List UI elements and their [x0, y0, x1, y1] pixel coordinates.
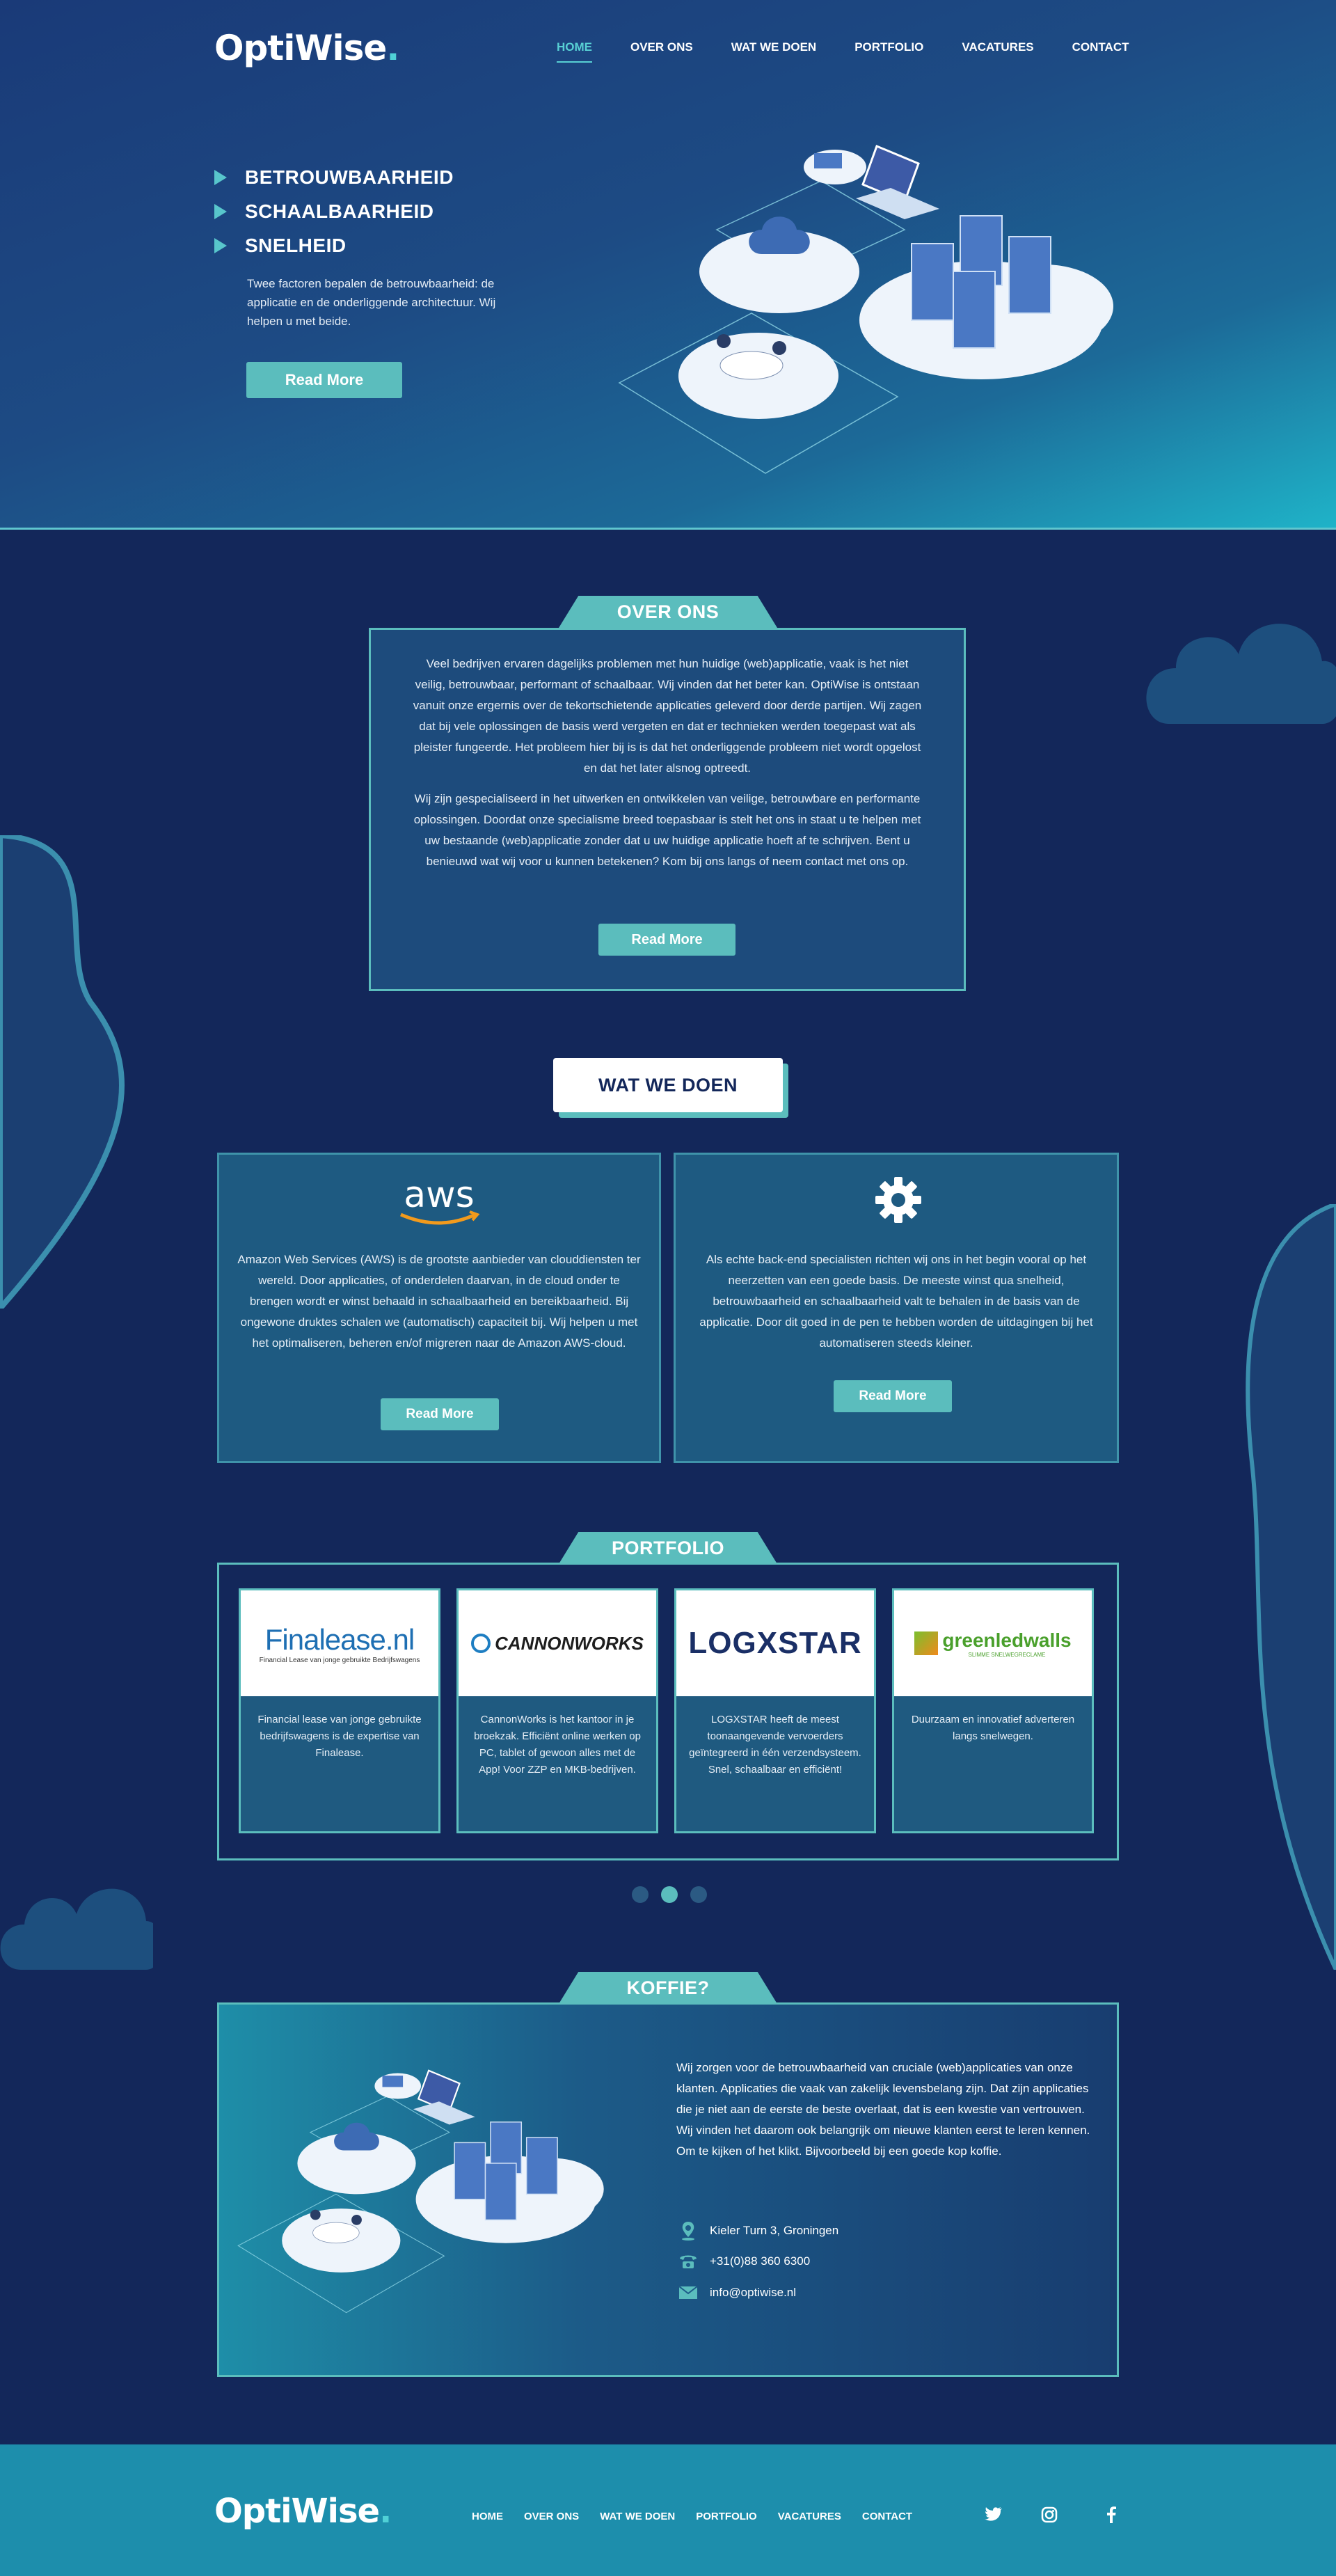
footer-nav-portfolio[interactable]: PORTFOLIO: [696, 2511, 757, 2522]
gear-icon: [875, 1177, 921, 1223]
logxstar-logo-text: LOGXSTAR: [688, 1626, 862, 1660]
cloud-decoration: [1146, 624, 1336, 724]
logxstar-logo: LOGXSTAR: [676, 1590, 874, 1696]
footer-nav-contact[interactable]: CONTACT: [862, 2511, 912, 2522]
location-pin-icon: [682, 2222, 694, 2241]
cloud-decoration-left: [0, 1888, 153, 1970]
contact-address: Kieler Turn 3, Groningen: [676, 2220, 838, 2241]
koffie-illustration: [237, 2069, 604, 2314]
finalease-logo: Finalease.nl Financial Lease van jonge g…: [241, 1590, 438, 1696]
bullet-label: SCHAALBAARHEID: [245, 200, 434, 222]
nav-home[interactable]: HOME: [557, 40, 592, 63]
phone-icon: [680, 2255, 697, 2268]
contact-email[interactable]: info@optiwise.nl: [676, 2286, 796, 2300]
cannonworks-logo: CANNONWORKS: [459, 1590, 656, 1696]
koffie-text: Wij zorgen voor de betrouwbaarheid van c…: [676, 2061, 1090, 2158]
nav-wat-we-doen[interactable]: WAT WE DOEN: [731, 40, 816, 63]
carousel-dot-active[interactable]: [661, 1886, 678, 1903]
footer-nav: HOME OVER ONS WAT WE DOEN PORTFOLIO VACA…: [472, 2511, 933, 2522]
greenledwalls-icon: [914, 1631, 939, 1655]
wat-we-doen-heading: WAT WE DOEN: [553, 1058, 783, 1112]
bullet-label: BETROUWBAARHEID: [245, 166, 454, 188]
portfolio-item-text: LOGXSTAR heeft de meest toonaangevende v…: [689, 1714, 861, 1776]
header-logo[interactable]: OptiWise.: [214, 28, 399, 68]
twitter-icon[interactable]: [985, 2506, 1003, 2522]
hero-description: Twee factoren bepalen de betrouwbaarheid…: [247, 277, 496, 328]
brand-dot: .: [386, 28, 399, 68]
backend-read-more-button[interactable]: Read More: [834, 1380, 952, 1412]
hero-bullet: SCHAALBAARHEID: [214, 194, 454, 228]
koffie-tab: KOFFIE?: [559, 1972, 777, 2004]
cannonworks-logo-text: CANNONWORKS: [495, 1632, 644, 1654]
email-text: info@optiwise.nl: [710, 2286, 797, 2299]
finalease-logo-sub: Financial Lease van jonge gebruikte Bedr…: [259, 1656, 420, 1664]
hero-read-more-button[interactable]: Read More: [246, 362, 402, 398]
cannonworks-icon: [471, 1634, 491, 1653]
greenledwalls-logo-sub: SLIMME SNELWEGRECLAME: [968, 1651, 1046, 1658]
over-ons-read-more-button[interactable]: Read More: [598, 924, 735, 956]
wave-decoration-left: [0, 835, 125, 1309]
facebook-icon[interactable]: [1106, 2506, 1116, 2523]
contact-phone[interactable]: +31(0)88 360 6300: [676, 2253, 810, 2270]
footer-nav-home[interactable]: HOME: [472, 2511, 503, 2522]
nav-portfolio[interactable]: PORTFOLIO: [854, 40, 923, 63]
portfolio-item-text: Financial lease van jonge gebruikte bedr…: [257, 1714, 422, 1759]
aws-card: aws Amazon Web Services (AWS) is de groo…: [217, 1153, 661, 1463]
triangle-icon: [214, 203, 227, 219]
greenledwalls-logo-text: greenledwalls: [942, 1629, 1072, 1651]
nav-contact[interactable]: CONTACT: [1072, 40, 1129, 63]
portfolio-item-cannonworks[interactable]: CANNONWORKS CannonWorks is het kantoor i…: [456, 1588, 658, 1833]
carousel-dot[interactable]: [690, 1886, 707, 1903]
hero-bullet: SNELHEID: [214, 228, 454, 262]
portfolio-item-text: CannonWorks is het kantoor in je broekza…: [474, 1714, 641, 1776]
phone-text: +31(0)88 360 6300: [710, 2254, 811, 2268]
over-ons-paragraph-1: Veel bedrijven ervaren dagelijks problem…: [413, 657, 922, 775]
triangle-icon: [214, 237, 227, 253]
portfolio-carousel-dots: [632, 1886, 707, 1903]
footer-nav-wat-we-doen[interactable]: WAT WE DOEN: [600, 2511, 675, 2522]
portfolio-item-logxstar[interactable]: LOGXSTAR LOGXSTAR heeft de meest toonaan…: [674, 1588, 876, 1833]
bullet-label: SNELHEID: [245, 234, 347, 256]
over-ons-paragraph-2: Wij zijn gespecialiseerd in het uitwerke…: [413, 792, 921, 868]
wave-decoration-right: [1246, 1204, 1336, 1970]
backend-card: Als echte back-end specialisten richten …: [674, 1153, 1119, 1463]
hero-bullet: BETROUWBAARHEID: [214, 160, 454, 194]
footer-logo[interactable]: OptiWise.: [214, 2492, 392, 2531]
finalease-logo-text: Finalease.nl: [264, 1622, 415, 1656]
instagram-icon[interactable]: [1041, 2506, 1058, 2523]
nav-vacatures[interactable]: VACATURES: [962, 40, 1033, 63]
portfolio-item-greenledwalls[interactable]: greenledwalls SLIMME SNELWEGRECLAME Duur…: [892, 1588, 1094, 1833]
footer-brand-name: OptiWise: [214, 2492, 380, 2531]
footer-nav-vacatures[interactable]: VACATURES: [778, 2511, 841, 2522]
main-nav: HOME OVER ONS WAT WE DOEN PORTFOLIO VACA…: [557, 40, 1129, 63]
backend-card-text: Als echte back-end specialisten richten …: [699, 1253, 1093, 1350]
triangle-icon: [214, 169, 227, 185]
portfolio-item-finalease[interactable]: Finalease.nl Financial Lease van jonge g…: [239, 1588, 440, 1833]
aws-logo-icon: aws: [219, 1174, 659, 1227]
address-text: Kieler Turn 3, Groningen: [710, 2224, 839, 2237]
portfolio-tab: PORTFOLIO: [559, 1532, 777, 1564]
portfolio-item-text: Duurzaam en innovatief adverteren langs …: [911, 1714, 1075, 1742]
greenledwalls-logo: greenledwalls SLIMME SNELWEGRECLAME: [894, 1590, 1092, 1696]
footer-brand-dot: .: [379, 2492, 392, 2531]
server-cloud-illustration: [618, 145, 1113, 474]
hero-bullets: BETROUWBAARHEID SCHAALBAARHEID SNELHEID: [214, 160, 454, 262]
nav-over-ons[interactable]: OVER ONS: [630, 40, 693, 63]
brand-name: OptiWise: [214, 28, 387, 68]
hero-divider: [0, 528, 1336, 530]
aws-card-text: Amazon Web Services (AWS) is de grootste…: [237, 1253, 641, 1350]
aws-read-more-button[interactable]: Read More: [381, 1398, 499, 1430]
mail-icon: [678, 2286, 698, 2299]
carousel-dot[interactable]: [632, 1886, 649, 1903]
over-ons-tab: OVER ONS: [559, 596, 777, 628]
footer-nav-over-ons[interactable]: OVER ONS: [524, 2511, 579, 2522]
